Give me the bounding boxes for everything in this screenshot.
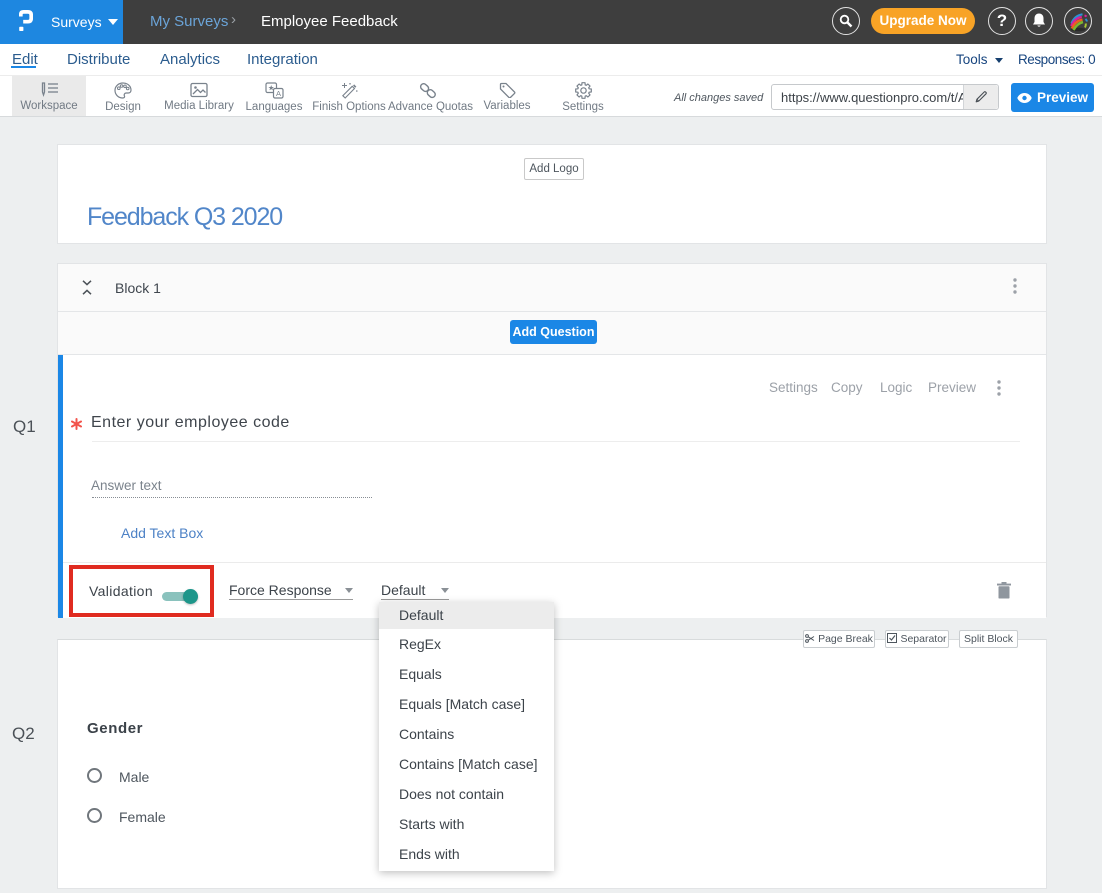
svg-text:A: A xyxy=(276,89,281,98)
